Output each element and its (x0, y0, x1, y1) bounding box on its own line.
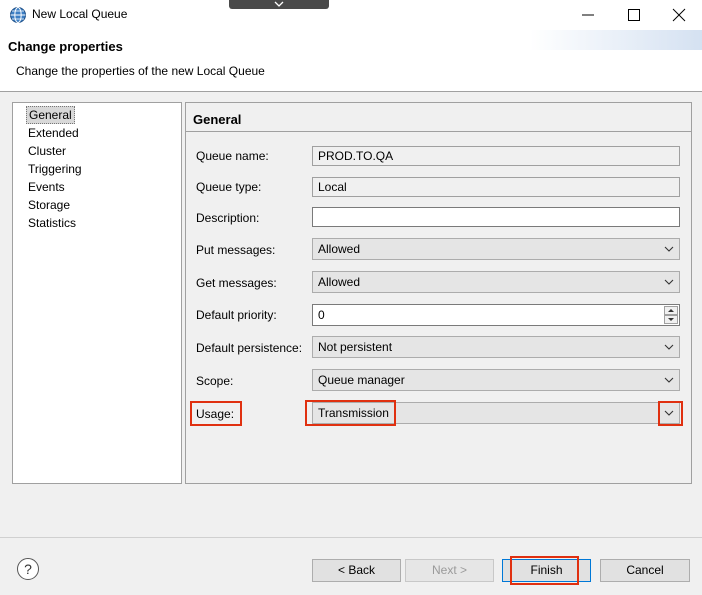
usage-value-highlight (305, 400, 396, 426)
nav-item-general[interactable]: General (26, 106, 75, 124)
header-decoration (530, 30, 702, 50)
wizard-header: Change properties Change the properties … (0, 30, 702, 92)
panel-divider (186, 131, 691, 132)
put-messages-label: Put messages: (196, 243, 276, 257)
default-persistence-value: Not persistent (318, 340, 393, 354)
queue-name-label: Queue name: (196, 149, 269, 163)
page-description: Change the properties of the new Local Q… (16, 64, 265, 78)
put-messages-value: Allowed (318, 242, 361, 256)
collapse-handle[interactable] (229, 0, 329, 9)
close-button[interactable] (656, 0, 702, 30)
queue-name-field: PROD.TO.QA (312, 146, 680, 166)
scope-select[interactable]: Queue manager (312, 369, 680, 391)
nav-item-statistics[interactable]: Statistics (26, 214, 78, 232)
chevron-down-icon (664, 279, 674, 285)
chevron-down-icon (664, 377, 674, 383)
minimize-icon (582, 14, 594, 16)
nav-item-extended[interactable]: Extended (26, 124, 81, 142)
nav-item-storage[interactable]: Storage (26, 196, 72, 214)
maximize-button[interactable] (611, 0, 657, 30)
put-messages-select[interactable]: Allowed (312, 238, 680, 260)
nav-item-triggering[interactable]: Triggering (26, 160, 84, 178)
finish-button-highlight (510, 556, 579, 585)
minimize-button[interactable] (565, 0, 611, 30)
help-button[interactable]: ? (17, 558, 39, 580)
scope-value: Queue manager (318, 373, 405, 387)
scope-label: Scope: (196, 374, 234, 388)
spinner-up-button[interactable] (664, 306, 678, 315)
default-priority-label: Default priority: (196, 308, 277, 322)
panel-title: General (193, 112, 242, 127)
get-messages-value: Allowed (318, 275, 361, 289)
globe-queue-icon (9, 6, 27, 24)
get-messages-select[interactable]: Allowed (312, 271, 680, 293)
queue-type-label: Queue type: (196, 180, 262, 194)
default-persistence-label: Default persistence: (196, 341, 303, 355)
arrow-up-icon (668, 309, 674, 312)
spinner-buttons (664, 306, 678, 324)
description-input[interactable] (312, 207, 680, 227)
default-priority-spinner[interactable]: 0 (312, 304, 680, 326)
maximize-icon (628, 9, 640, 21)
nav-item-events[interactable]: Events (26, 178, 67, 196)
next-button[interactable]: Next > (405, 559, 494, 582)
chevron-down-icon (664, 246, 674, 252)
bottom-divider (0, 537, 702, 538)
cancel-button[interactable]: Cancel (600, 559, 690, 582)
page-title: Change properties (8, 39, 123, 54)
usage-label-highlight (190, 401, 242, 426)
chevron-down-icon (664, 344, 674, 350)
close-icon (672, 8, 686, 22)
default-persistence-select[interactable]: Not persistent (312, 336, 680, 358)
description-label: Description: (196, 211, 260, 225)
queue-type-field: Local (312, 177, 680, 197)
default-priority-value: 0 (318, 308, 325, 322)
back-button[interactable]: < Back (312, 559, 401, 582)
get-messages-label: Get messages: (196, 276, 277, 290)
chevron-down-icon (274, 1, 284, 7)
nav-item-cluster[interactable]: Cluster (26, 142, 68, 160)
window-title: New Local Queue (32, 7, 128, 21)
arrow-down-icon (668, 318, 674, 321)
spinner-down-button[interactable] (664, 315, 678, 324)
usage-dropdown-highlight (658, 401, 683, 426)
